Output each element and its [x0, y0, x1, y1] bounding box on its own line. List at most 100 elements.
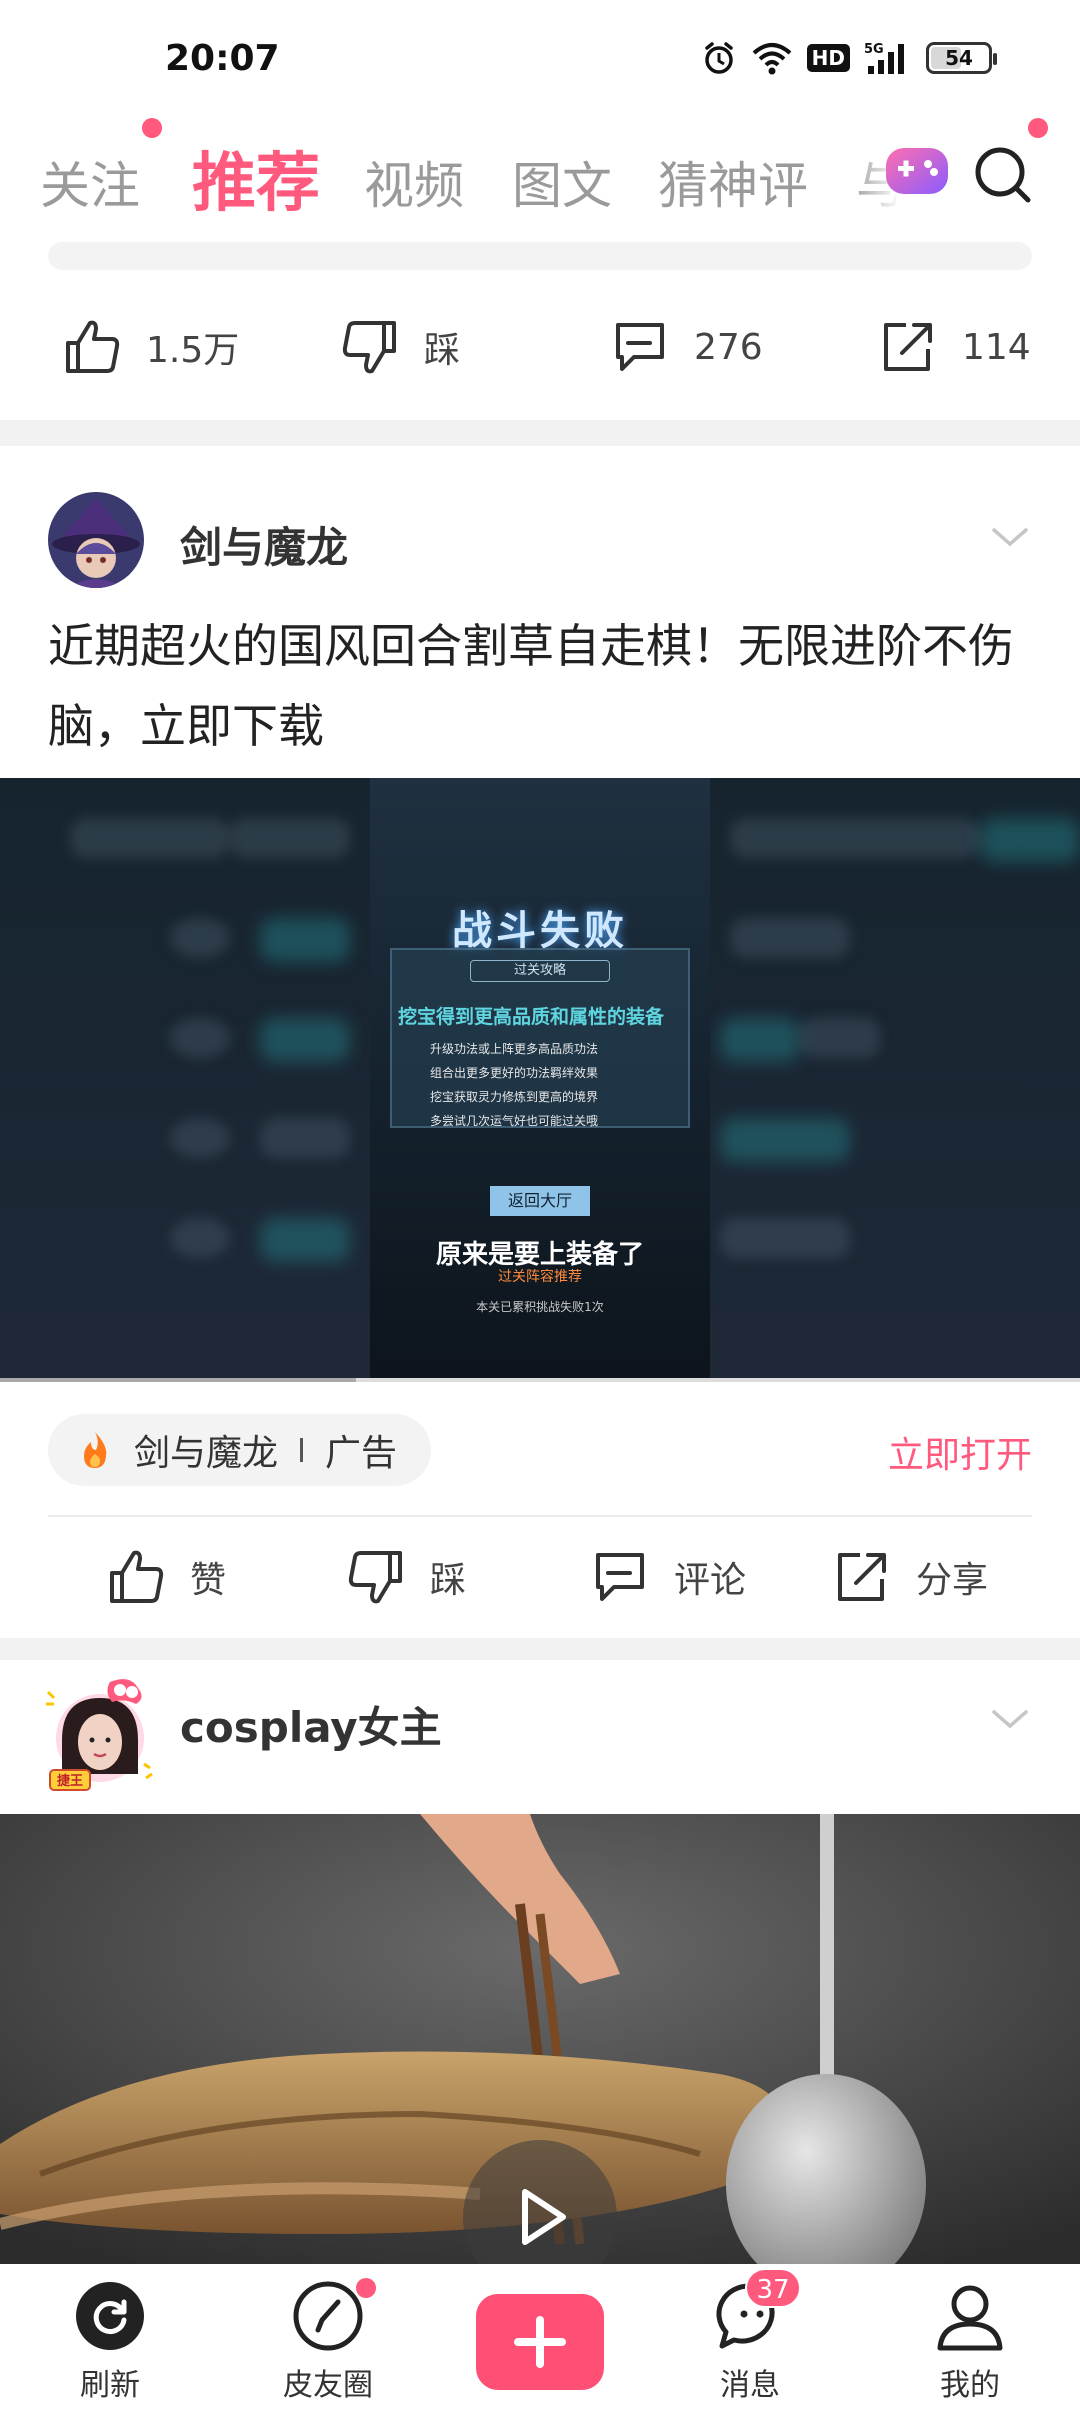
ad-post-title[interactable]: 近期超火的国风回合割草自走棋！无限进阶不伤脑，立即下载: [48, 606, 1038, 766]
post1-dislike-button[interactable]: 踩: [340, 292, 460, 402]
comment-icon: [616, 323, 664, 371]
share-icon: [838, 1553, 886, 1601]
cosplay-author-avatar[interactable]: 捷王: [40, 1674, 160, 1794]
tab-follow-dot: [142, 118, 162, 138]
ad-post-header: 剑与魔龙: [0, 492, 1080, 612]
nav-refresh[interactable]: 刷新: [30, 2264, 190, 2412]
blur-teal: [720, 1118, 850, 1162]
ad-dislike-button[interactable]: 踩: [346, 1522, 466, 1632]
avatar-badge-text: 捷王: [57, 1773, 83, 1789]
open-app-button[interactable]: 立即打开: [888, 1426, 1032, 1478]
cosplay-post-header: 捷王 cosplay女主: [0, 1674, 1080, 1794]
thumbs-down-icon: [348, 1551, 402, 1604]
ad-return-button: 返回大厅: [490, 1186, 590, 1216]
ad-tip: 升级功法或上阵更多高品质功法: [430, 1042, 599, 1056]
post1-dislike-label: 踩: [424, 330, 461, 371]
nav-circle-dot: [356, 2278, 376, 2298]
user-icon: [937, 2285, 1003, 2351]
ad-source-name: 剑与魔龙: [134, 1433, 279, 1474]
blur-teal: [260, 918, 350, 962]
hd-badge: HD: [806, 44, 850, 72]
previous-post-bottom: [48, 242, 1032, 270]
cosplay-author-name[interactable]: cosplay女主: [180, 1694, 442, 1755]
status-bar: 20:07 HD 5G 54: [0, 0, 1080, 110]
thumbs-up-icon: [110, 1550, 164, 1603]
network-label: 5G: [864, 42, 884, 57]
chevron-down-icon[interactable]: [990, 526, 1030, 550]
ad-source-separator: [300, 1438, 304, 1462]
alarm-icon: [704, 42, 733, 74]
ad-author-avatar[interactable]: [48, 492, 144, 588]
play-icon: [522, 2189, 566, 2245]
battery-icon: 54: [926, 42, 997, 74]
chevron-down-icon[interactable]: [990, 1708, 1030, 1732]
wifi-icon: [752, 43, 791, 75]
blur-row: [230, 818, 350, 858]
blur-teal: [720, 1018, 800, 1062]
nav-circle[interactable]: 皮友圈: [248, 2264, 408, 2412]
ad-like-button[interactable]: 赞: [106, 1522, 226, 1632]
tab-video[interactable]: 视频: [364, 146, 464, 218]
post1-action-bar: 1.5万 踩 276 114: [0, 292, 1080, 402]
cosplay-video[interactable]: [0, 1814, 1080, 2264]
post1-like-count: 1.5万: [146, 330, 240, 371]
blur-row: [730, 918, 850, 958]
search-dot: [1028, 118, 1048, 138]
status-time: 20:07: [165, 38, 280, 79]
compass-icon: [293, 2281, 363, 2351]
nav-refresh-label: 刷新: [80, 2368, 140, 2403]
ad-comment-label: 评论: [674, 1560, 747, 1601]
blur-row: [260, 1118, 350, 1158]
ad-main-tip: 挖宝得到更高品质和属性的装备: [398, 1006, 665, 1028]
ad-share-button[interactable]: 分享: [832, 1522, 988, 1632]
bottom-nav: 刷新 皮友圈 消息 37 我的: [0, 2264, 1080, 2412]
blur-row: [170, 918, 230, 958]
tab-recommend[interactable]: 推荐: [192, 132, 320, 224]
ad-video-progress[interactable]: [0, 1378, 1080, 1382]
ad-tip: 挖宝获取灵力修炼到更高的境界: [430, 1090, 599, 1104]
post1-comment-count: 276: [694, 326, 763, 368]
fire-icon: [84, 1432, 107, 1468]
ad-media[interactable]: 战斗失败 过关攻略 挖宝得到更高品质和属性的装备 升级功法或上阵更多高品质功法 …: [0, 778, 1080, 1380]
ad-tip: 多尝试几次运气好也可能过关哦: [430, 1114, 599, 1128]
comment-icon: [596, 1553, 644, 1601]
post-divider: [0, 1638, 1080, 1660]
ad-video-progress-fill: [0, 1378, 357, 1382]
nav-circle-label: 皮友圈: [283, 2368, 373, 2403]
nav-mine[interactable]: 我的: [890, 2264, 1050, 2412]
blur-teal: [260, 1018, 350, 1062]
blur-teal: [980, 818, 1080, 862]
share-icon: [884, 323, 932, 371]
blur-row: [730, 818, 980, 858]
post1-like-button[interactable]: 1.5万: [62, 292, 239, 402]
tab-follow[interactable]: 关注: [40, 146, 140, 218]
ad-dislike-label: 踩: [430, 1560, 467, 1601]
post1-comment-button[interactable]: 276: [610, 292, 763, 402]
post1-share-button[interactable]: 114: [878, 292, 1031, 402]
plus-icon: [514, 2316, 566, 2368]
messages-badge: 37: [745, 2268, 801, 2308]
ad-author-name[interactable]: 剑与魔龙: [180, 514, 348, 575]
nav-messages-label: 消息: [720, 2368, 780, 2403]
ad-like-label: 赞: [190, 1560, 227, 1601]
ad-share-label: 分享: [916, 1560, 989, 1601]
ad-comment-button[interactable]: 评论: [590, 1522, 746, 1632]
ad-source-chip[interactable]: 剑与魔龙 广告: [48, 1414, 432, 1486]
thumbs-down-icon: [342, 321, 396, 374]
blur-row: [170, 1118, 230, 1158]
signal-icon: 5G: [864, 42, 904, 74]
nav-mine-label: 我的: [940, 2368, 1000, 2403]
refresh-icon: [76, 2282, 144, 2350]
game-controller-icon[interactable]: [884, 144, 950, 198]
tab-best-comments[interactable]: 猜神评: [658, 146, 808, 218]
blur-row: [170, 1018, 230, 1058]
tab-image-text[interactable]: 图文: [512, 146, 612, 218]
blur-row: [70, 818, 230, 858]
status-icons: HD 5G 54: [701, 40, 997, 76]
ad-source-tag: 广告: [325, 1433, 398, 1474]
search-icon[interactable]: [970, 140, 1038, 208]
add-post-button[interactable]: [476, 2294, 604, 2390]
blur-row: [800, 1018, 880, 1058]
blur-row: [170, 1218, 230, 1258]
battery-label: 54: [945, 46, 973, 70]
